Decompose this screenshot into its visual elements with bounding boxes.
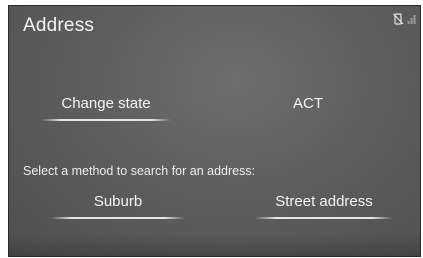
street-address-label: Street address bbox=[275, 193, 373, 210]
signal-icon bbox=[407, 13, 416, 25]
change-state-label: Change state bbox=[61, 95, 151, 112]
suburb-label: Suburb bbox=[93, 193, 143, 210]
state-value: ACT bbox=[293, 95, 323, 112]
bottom-shade bbox=[9, 234, 420, 256]
address-screen: Address Change state ACT Select a method… bbox=[8, 5, 421, 257]
status-icons bbox=[393, 13, 416, 25]
change-state-button[interactable]: Change state bbox=[41, 95, 171, 121]
suburb-underline bbox=[51, 217, 185, 219]
change-state-underline bbox=[41, 119, 171, 121]
suburb-button[interactable]: Suburb bbox=[51, 193, 185, 219]
street-address-underline bbox=[255, 217, 393, 219]
phone-off-icon bbox=[393, 13, 404, 25]
search-method-prompt: Select a method to search for an address… bbox=[23, 164, 256, 178]
street-address-button[interactable]: Street address bbox=[255, 193, 393, 219]
page-title: Address bbox=[23, 15, 95, 36]
